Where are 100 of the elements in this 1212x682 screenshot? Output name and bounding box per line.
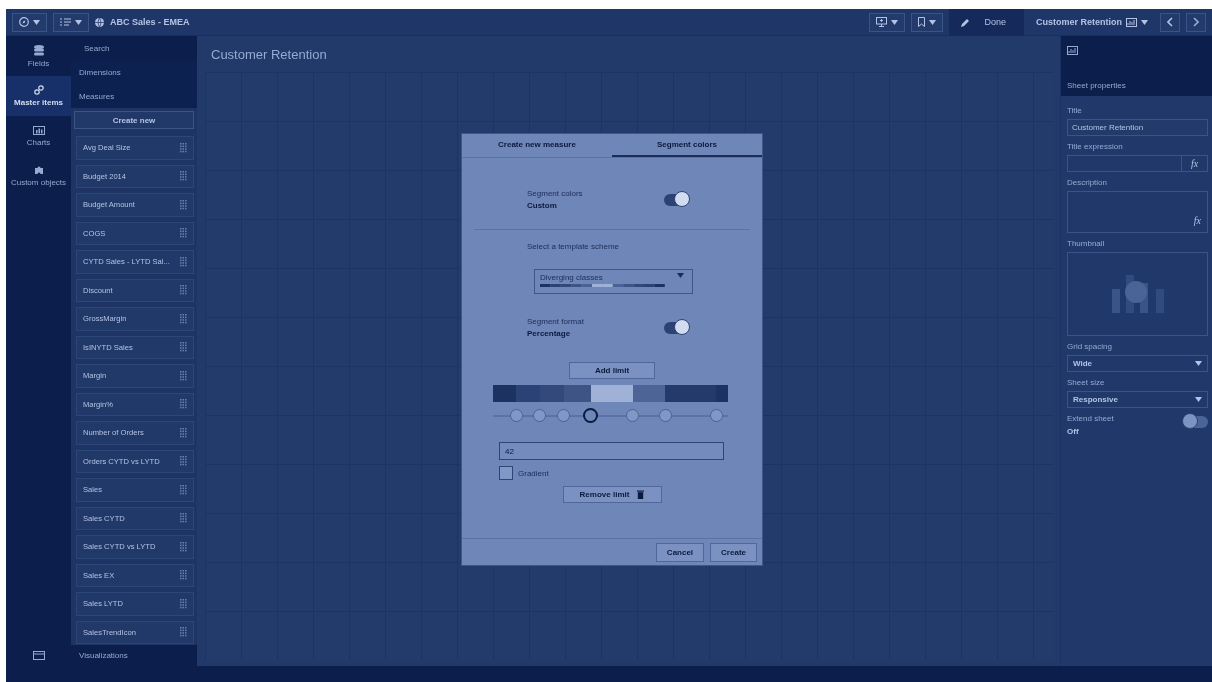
limit-input[interactable]: 42: [499, 442, 724, 460]
drag-handle-icon[interactable]: [180, 285, 187, 296]
caret-icon: [1195, 361, 1202, 366]
color-segment[interactable]: [516, 385, 540, 402]
color-segment[interactable]: [563, 385, 591, 402]
thumbnail-box[interactable]: [1067, 252, 1208, 336]
drag-handle-icon[interactable]: [180, 313, 187, 324]
limit-handle[interactable]: [709, 409, 723, 422]
drag-handle-icon[interactable]: [180, 370, 187, 381]
dialog-button[interactable]: Cancel: [655, 542, 705, 562]
rail-label: Charts: [26, 137, 51, 147]
caret-icon: [891, 19, 899, 25]
drag-handle-icon[interactable]: [180, 199, 187, 210]
dialog-button[interactable]: Create: [710, 542, 757, 562]
extend-toggle[interactable]: [1184, 416, 1208, 428]
bar-chart-icon: [32, 125, 45, 135]
done-button[interactable]: Done: [949, 8, 1024, 36]
drag-handle-icon[interactable]: [180, 598, 187, 609]
drag-handle-icon[interactable]: [180, 399, 187, 410]
rail-label: Master items: [14, 98, 63, 107]
create-new-button[interactable]: Create new: [74, 111, 194, 129]
drag-handle-icon[interactable]: [180, 228, 187, 239]
navigation-menu-button[interactable]: [12, 12, 47, 32]
present-menu-button[interactable]: [869, 12, 906, 32]
link-icon: [33, 85, 44, 95]
gradient-checkbox[interactable]: [499, 466, 513, 480]
dialog-tab[interactable]: Segment colors: [612, 134, 762, 157]
limit-handle[interactable]: [583, 408, 599, 423]
rail-label: Fields: [27, 58, 50, 68]
grid-spacing-select[interactable]: Wide: [1067, 355, 1208, 372]
setting-label: Segment format: [527, 316, 584, 328]
field-label: Sheet size: [1067, 378, 1106, 387]
color-segment[interactable]: [716, 385, 728, 402]
previous-sheet-button[interactable]: [1160, 12, 1180, 32]
list-menu-button[interactable]: [53, 12, 89, 32]
color-segment[interactable]: [632, 385, 666, 402]
drag-handle-icon[interactable]: [180, 456, 187, 467]
drag-handle-icon[interactable]: [180, 256, 187, 267]
rail-item[interactable]: Custom objects: [6, 156, 71, 196]
extend-value: Off: [1067, 427, 1080, 436]
list-icon: [60, 18, 71, 26]
drag-handle-icon[interactable]: [180, 427, 187, 438]
segment-colors-toggle[interactable]: [664, 194, 688, 206]
remove-limit-button[interactable]: Remove limit: [562, 486, 662, 503]
chevron-right-icon: [1193, 17, 1199, 27]
color-segment[interactable]: [665, 385, 717, 402]
limit-handle[interactable]: [533, 409, 547, 422]
add-limit-button[interactable]: Add limit: [569, 362, 655, 379]
setting-value: Percentage: [527, 328, 572, 340]
sheet-menu-button[interactable]: Customer Retention: [1030, 12, 1154, 32]
chevron-left-icon: [1167, 17, 1173, 27]
sheet-title: Customer Retention: [210, 45, 328, 64]
drag-handle-icon[interactable]: [180, 484, 187, 495]
segment-format-toggle[interactable]: [664, 322, 688, 334]
bookmark-menu-button[interactable]: [911, 12, 944, 32]
field-label: Description: [1067, 178, 1108, 187]
title-input[interactable]: Customer Retention: [1067, 119, 1208, 136]
gradient-label: Gradient: [518, 468, 549, 478]
drag-handle-icon[interactable]: [180, 513, 187, 524]
section-header[interactable]: Measures: [71, 84, 197, 108]
drag-handle-icon[interactable]: [180, 342, 187, 353]
drag-handle-icon[interactable]: [180, 171, 187, 182]
puzzle-icon: [33, 165, 44, 175]
scheme-label: Select a template scheme: [526, 242, 621, 251]
caret-icon: [929, 19, 937, 25]
limit-handle[interactable]: [658, 409, 672, 422]
color-segment[interactable]: [590, 385, 633, 402]
sheet-size-select[interactable]: Responsive: [1067, 391, 1208, 408]
scheme-select[interactable]: Diverging classes: [534, 269, 693, 294]
globe-icon: [95, 17, 104, 27]
expression-button[interactable]: fx: [1181, 156, 1207, 171]
rail-item[interactable]: Fields: [6, 36, 71, 76]
drag-handle-icon[interactable]: [180, 627, 187, 638]
caret-icon: [75, 19, 82, 25]
description-input[interactable]: fx: [1067, 191, 1208, 233]
limit-handle[interactable]: [509, 409, 523, 422]
caret-icon: [1141, 19, 1148, 25]
visualizations-icon[interactable]: [32, 650, 45, 660]
drag-handle-icon[interactable]: [180, 541, 187, 552]
visualizations-tab[interactable]: Visualizations: [71, 645, 197, 666]
color-segment[interactable]: [493, 385, 517, 402]
setting-label: Segment colors: [527, 188, 583, 200]
color-segment[interactable]: [539, 385, 564, 402]
field-label: Extend sheet: [1067, 414, 1114, 423]
field-label: Title expression: [1067, 142, 1124, 151]
next-sheet-button[interactable]: [1186, 12, 1206, 32]
image-placeholder-icon: [1111, 275, 1164, 313]
limit-handle[interactable]: [557, 409, 571, 422]
drag-handle-icon[interactable]: [180, 570, 187, 581]
drag-handle-icon[interactable]: [180, 142, 187, 153]
limit-handle[interactable]: [626, 409, 640, 422]
dialog-tab[interactable]: Create new measure: [462, 134, 612, 157]
caret-icon: [33, 19, 40, 25]
setting-value: Custom: [527, 200, 558, 212]
expression-button[interactable]: fx: [1193, 215, 1201, 226]
section-header[interactable]: Dimensions: [71, 60, 197, 84]
rail-item[interactable]: Master items: [6, 76, 71, 116]
expression-input[interactable]: fx: [1067, 155, 1208, 172]
bookmark-icon: [918, 17, 926, 27]
rail-item[interactable]: Charts: [6, 116, 71, 156]
